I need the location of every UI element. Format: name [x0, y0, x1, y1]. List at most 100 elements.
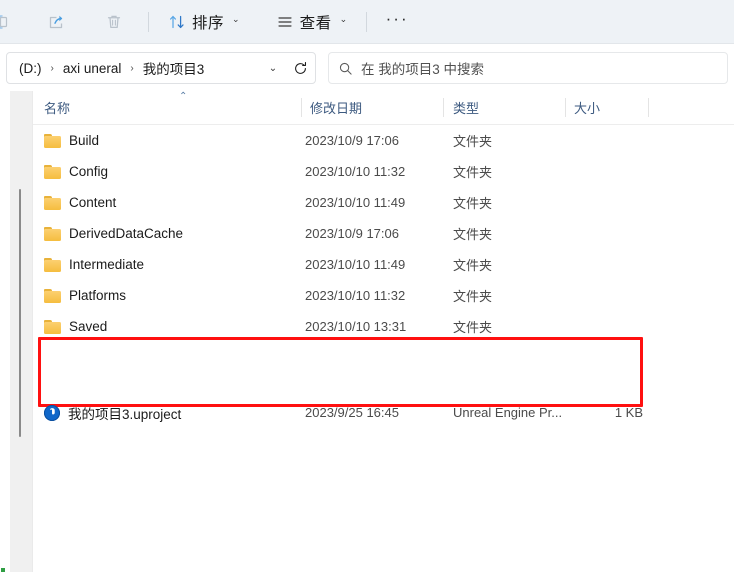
file-type-cell: 文件夹	[453, 134, 493, 149]
folder-icon	[44, 133, 61, 148]
folder-icon	[44, 319, 61, 334]
sort-button[interactable]: 排序 ⌄	[159, 6, 249, 38]
file-name-label: Config	[69, 164, 109, 179]
file-name-cell[interactable]: Platforms	[44, 288, 126, 303]
toolbar: 排序 ⌄ 查看 ⌄ ···	[0, 0, 734, 44]
column-divider[interactable]	[648, 98, 649, 117]
file-date-cell: 2023/10/10 11:32	[305, 288, 406, 303]
folder-icon	[44, 226, 61, 241]
table-row[interactable]: DerivedDataCache 2023/10/9 17:06 文件夹	[33, 218, 734, 249]
column-header-name[interactable]: 名称	[44, 91, 70, 124]
file-date-cell: 2023/10/9 17:06	[305, 226, 399, 241]
refresh-button[interactable]	[285, 53, 315, 83]
breadcrumb-item-folder[interactable]: axi uneral	[59, 59, 126, 78]
file-name-cell[interactable]: Config	[44, 164, 108, 179]
file-name-cell[interactable]: Intermediate	[44, 257, 144, 272]
view-button[interactable]: 查看 ⌄	[267, 6, 357, 38]
file-name-cell[interactable]: 我的项目3.uproject	[44, 403, 181, 423]
unreal-icon	[44, 404, 60, 421]
breadcrumb-separator: ›	[130, 62, 134, 74]
delete-button[interactable]	[94, 6, 134, 38]
file-date-cell: 2023/10/10 13:31	[305, 319, 407, 334]
sort-label: 排序	[192, 14, 225, 32]
table-row[interactable]: Saved 2023/10/10 13:31 文件夹	[33, 311, 734, 342]
file-name-label: Intermediate	[69, 257, 145, 272]
column-divider[interactable]	[443, 98, 444, 117]
folder-icon	[44, 257, 61, 272]
table-row[interactable]: Intermediate 2023/10/10 11:49 文件夹	[33, 249, 734, 280]
column-divider[interactable]	[301, 98, 302, 117]
search-icon-wrap	[329, 53, 361, 83]
file-size-cell: 1 KB	[614, 405, 643, 420]
file-type-cell: Unreal Engine Pr...	[453, 405, 563, 420]
address-bar[interactable]: (D:) › axi uneral › 我的项目3 ⌄	[6, 52, 316, 84]
table-row[interactable]: Build 2023/10/9 17:06 文件夹	[33, 125, 734, 156]
file-name-cell[interactable]: Saved	[44, 319, 107, 334]
search-placeholder: 在 我的项目3 中搜索	[361, 62, 485, 77]
share-icon	[49, 15, 63, 28]
address-dropdown-button[interactable]: ⌄	[261, 53, 285, 83]
folder-icon	[44, 195, 61, 210]
column-header-size[interactable]: 大小	[574, 91, 600, 124]
search-box[interactable]: 在 我的项目3 中搜索	[328, 52, 728, 84]
more-options-button[interactable]: ···	[377, 6, 417, 38]
toolbar-divider-1	[148, 11, 149, 32]
table-row[interactable]: Config 2023/10/10 11:32 文件夹	[33, 156, 734, 187]
toolbar-divider-2	[366, 11, 368, 32]
rename-button[interactable]	[0, 6, 22, 38]
table-row[interactable]: Platforms 2023/10/10 11:32 文件夹	[33, 280, 734, 311]
breadcrumb-item-current[interactable]: 我的项目3	[139, 56, 209, 80]
breadcrumb-item-drive[interactable]: (D:)	[15, 59, 46, 78]
file-name-cell[interactable]: Content	[44, 195, 116, 210]
chevron-down-icon: ⌄	[232, 14, 240, 24]
file-name-cell[interactable]: Build	[44, 133, 99, 148]
file-date-cell: 2023/10/10 11:49	[305, 195, 406, 210]
file-name-label: DerivedDataCache	[69, 226, 184, 241]
table-row[interactable]: Content 2023/10/10 11:49 文件夹	[33, 187, 734, 218]
column-header-type[interactable]: 类型	[453, 91, 479, 124]
column-header-row: 名称 ⌃ 修改日期 类型 大小	[33, 91, 734, 125]
share-button[interactable]	[36, 6, 76, 38]
file-name-label: Build	[69, 133, 100, 148]
file-type-cell: 文件夹	[453, 196, 493, 211]
folder-icon	[44, 164, 61, 179]
ellipsis-icon: ···	[385, 9, 409, 28]
file-name-cell[interactable]: DerivedDataCache	[44, 226, 183, 241]
table-row[interactable]: 我的项目3.uproject 2023/9/25 16:45 Unreal Engi…	[33, 397, 734, 428]
file-type-cell: 文件夹	[453, 258, 493, 273]
vertical-scrollbar-thumb[interactable]	[19, 189, 21, 437]
file-type-cell: 文件夹	[453, 320, 493, 335]
breadcrumb: (D:) › axi uneral › 我的项目3	[7, 56, 261, 80]
view-label: 查看	[299, 14, 332, 32]
file-date-cell: 2023/10/10 11:49	[305, 257, 406, 272]
column-divider[interactable]	[565, 98, 566, 117]
file-name-label: 我的项目3.uproject	[68, 406, 182, 422]
file-date-cell: 2023/10/10 11:32	[305, 164, 406, 179]
rename-icon	[0, 14, 8, 29]
unreal-engine-glyph	[50, 407, 55, 414]
delete-icon	[107, 15, 121, 28]
file-name-label: Platforms	[69, 288, 127, 303]
cursor-artifact	[1, 568, 5, 572]
file-type-cell: 文件夹	[453, 165, 493, 180]
sort-ascending-caret-icon: ⌃	[179, 91, 188, 102]
chevron-down-icon: ⌄	[339, 14, 348, 24]
file-list: Build 2023/10/9 17:06 文件夹 Config 2023/10/10 …	[33, 125, 734, 422]
sort-icon	[169, 15, 184, 28]
breadcrumb-separator: ›	[50, 62, 54, 74]
column-header-date[interactable]: 修改日期	[310, 91, 362, 124]
refresh-icon	[294, 61, 306, 74]
view-list-icon	[277, 16, 292, 27]
folder-icon	[44, 288, 61, 303]
file-list-pane: 名称 ⌃ 修改日期 类型 大小 Build 2023/10/9 17:06 文件夹 C…	[33, 91, 734, 572]
file-name-label: Content	[69, 195, 117, 210]
chevron-down-icon: ⌄	[268, 62, 278, 74]
search-icon	[339, 62, 352, 75]
address-bar-row: (D:) › axi uneral › 我的项目3 ⌄ 在 我的项目3 中搜索	[0, 45, 734, 91]
file-name-label: Saved	[69, 319, 108, 334]
file-date-cell: 2023/9/25 16:45	[305, 405, 399, 420]
file-type-cell: 文件夹	[453, 289, 493, 304]
file-type-cell: 文件夹	[453, 227, 493, 242]
file-date-cell: 2023/10/9 17:06	[305, 133, 399, 148]
navigation-pane-rail	[10, 91, 32, 572]
